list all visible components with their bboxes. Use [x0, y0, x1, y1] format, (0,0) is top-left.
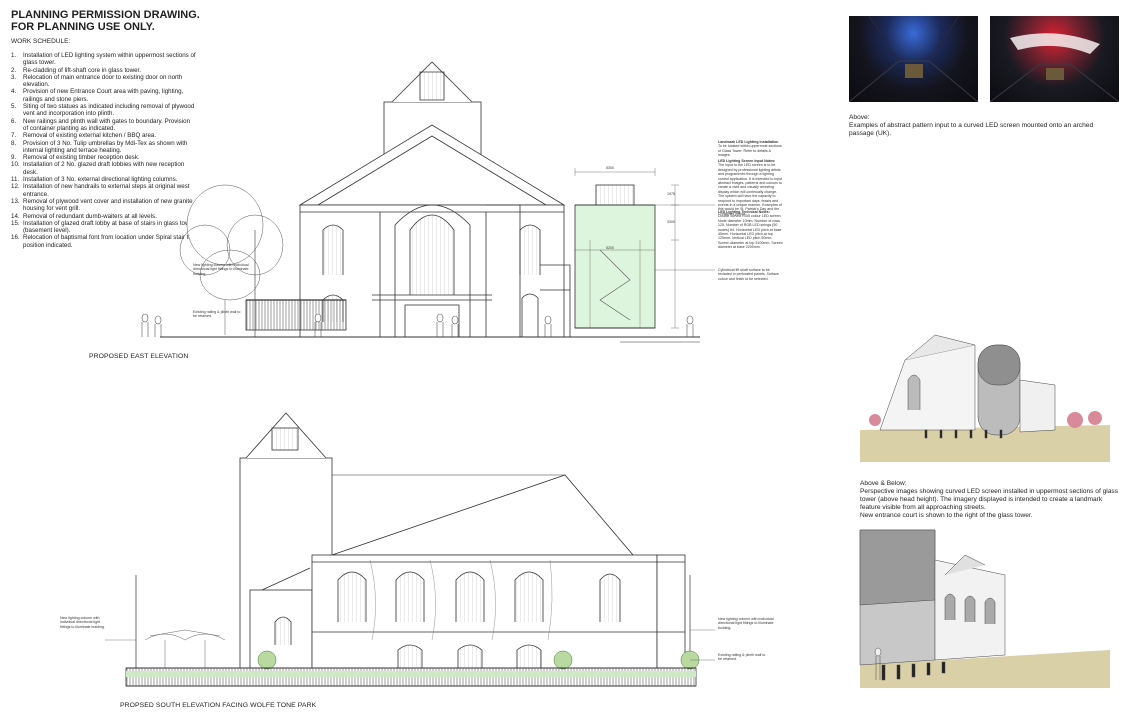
dim-label-3: 3300 — [667, 220, 675, 224]
east-elevation-caption: PROPOSED EAST ELEVATION — [89, 353, 189, 360]
note-mesh: Cylindrical lift shaft surface to be rec… — [718, 268, 779, 281]
east-elevation — [141, 61, 715, 343]
note-led-installation: Landmark LED Lighting Installation To be… — [718, 140, 784, 158]
dim-label-4: 5200 — [606, 246, 614, 250]
note-south-left-column: New lighting column with individual dire… — [60, 616, 105, 629]
passage-lines — [849, 16, 978, 102]
led-body: To be located within uppermost sections … — [718, 144, 782, 158]
above-text: Examples of abstract pattern input to a … — [849, 122, 1094, 137]
screen-body: The input to the LED screen is to be des… — [718, 163, 783, 216]
below-text-2: New entrance court is shown to the right… — [860, 512, 1033, 519]
note-south-right-column: New lighting column with individual dire… — [718, 617, 774, 630]
tulip-umbrellas — [144, 629, 226, 668]
note-east-railing: Existing railing & plinth wall to be ret… — [193, 310, 241, 319]
above-caption: Above: Examples of abstract pattern inpu… — [849, 114, 1114, 138]
south-elevation-caption: PROPSED SOUTH ELEVATION FACING WOLFE TON… — [120, 702, 317, 709]
perspective-bottom — [859, 529, 1110, 688]
dim-label-1: 5300 — [606, 166, 614, 170]
above-label: Above: — [849, 114, 870, 121]
note-east-column: New lighting column with individual dire… — [193, 263, 249, 276]
note-technical: LED Lighting Technical Notes: Double cur… — [718, 210, 784, 250]
note-south-railing: Existing railing & plinth wall to be ret… — [718, 653, 766, 662]
tech-body: Double curved RGB colour LED screen. Nod… — [718, 214, 783, 250]
glass-tower — [574, 184, 656, 329]
south-elevation — [105, 412, 715, 687]
perspective-top — [860, 334, 1110, 462]
led-example-photo-red — [990, 16, 1119, 102]
passage-lines-2 — [990, 33, 1119, 102]
below-text: Perspective images showing curved LED sc… — [860, 488, 1119, 511]
led-example-photo-blue — [849, 16, 978, 102]
below-caption: Above & Below: Perspective images showin… — [860, 480, 1120, 520]
note-screen-input: LED Lighting Screen Input Notes: The inp… — [718, 159, 784, 216]
dim-label-2: 1975 — [667, 192, 675, 196]
below-label: Above & Below: — [860, 480, 907, 487]
